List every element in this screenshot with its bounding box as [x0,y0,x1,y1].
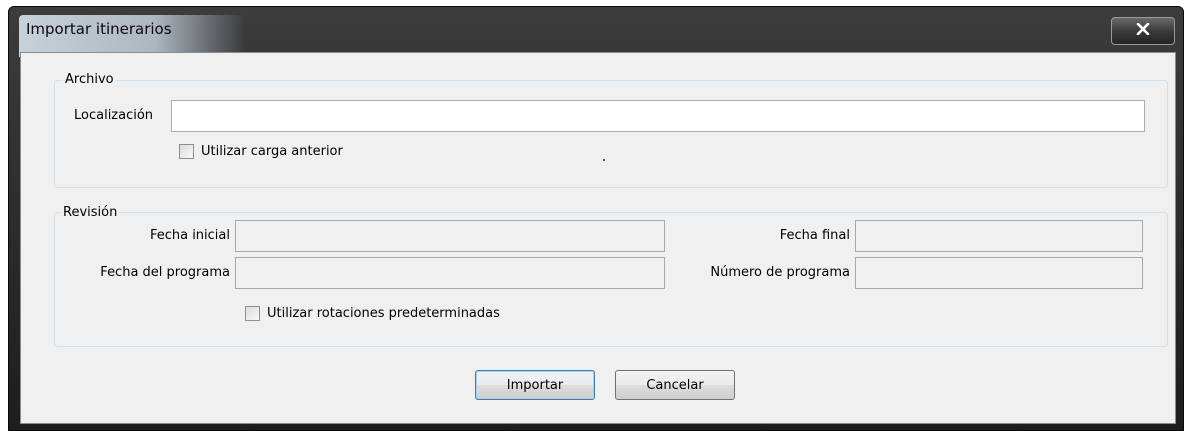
rotaciones-label: Utilizar rotaciones predeterminadas [267,306,500,321]
cancelar-button[interactable]: Cancelar [615,370,735,400]
fecha-inicial-label: Fecha inicial [149,228,230,243]
carga-anterior-checkbox[interactable]: Utilizar carga anterior [179,144,343,159]
fecha-final-input[interactable] [856,221,1142,251]
stray-dot [603,159,605,161]
fecha-final-label: Fecha final [779,228,850,243]
window-title: Importar itinerarios [26,20,172,38]
localizacion-label: Localización [74,108,154,123]
numero-programa-input[interactable] [856,258,1142,288]
importar-button[interactable]: Importar [475,370,595,400]
localizacion-input-box [171,100,1145,132]
numero-programa-label: Número de programa [710,265,850,280]
rotaciones-box[interactable] [245,306,260,321]
fecha-final-box [855,220,1143,252]
fecha-inicial-box [235,220,665,252]
revision-legend: Revisión [61,205,120,220]
carga-anterior-box[interactable] [179,144,194,159]
fecha-programa-label: Fecha del programa [100,265,230,280]
localizacion-input[interactable] [172,101,1144,131]
carga-anterior-label: Utilizar carga anterior [201,144,343,159]
fecha-inicial-input[interactable] [236,221,664,251]
numero-programa-box [855,257,1143,289]
archivo-group [54,80,1168,188]
close-icon [1136,22,1150,39]
fecha-programa-input[interactable] [236,258,664,288]
fecha-programa-box [235,257,665,289]
archivo-legend: Archivo [63,72,116,87]
rotaciones-checkbox[interactable]: Utilizar rotaciones predeterminadas [245,306,500,321]
close-button[interactable] [1111,17,1175,45]
